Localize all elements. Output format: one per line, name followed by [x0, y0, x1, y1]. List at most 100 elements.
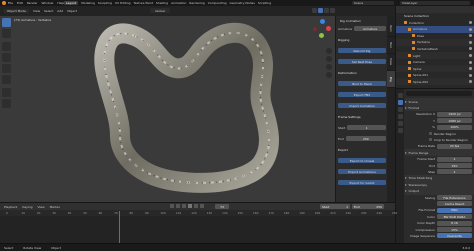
world-tab-icon[interactable]: [397, 121, 403, 126]
property-field[interactable]: 1920 px: [437, 111, 472, 117]
sidebar-tab-item[interactable]: Item: [387, 20, 395, 37]
sidebar-button[interactable]: Bind to Mesh: [338, 81, 386, 86]
property-field[interactable]: 8 16: [437, 220, 472, 226]
properties-panel-header[interactable]: Stereoscopy: [409, 183, 428, 187]
checkbox[interactable]: [429, 132, 432, 135]
sidebar-button[interactable]: Export for Godot: [338, 180, 386, 185]
panel-expand-icon[interactable]: ▾: [405, 189, 407, 193]
visibility-eye-icon[interactable]: [469, 27, 472, 31]
sidebar-button[interactable]: Export Animations: [338, 169, 386, 174]
sidebar-button[interactable]: Import Animation: [338, 103, 386, 108]
cursor-tool-icon[interactable]: [2, 29, 11, 38]
visibility-eye-icon[interactable]: [469, 47, 472, 51]
perspective-toggle-icon[interactable]: [326, 72, 332, 78]
zoom-icon[interactable]: [326, 48, 332, 54]
output-properties-tab-icon[interactable]: [397, 100, 403, 105]
workspace-tab-rendering[interactable]: Rendering: [189, 1, 204, 5]
sidebar-section-header[interactable]: Rigging: [338, 38, 349, 42]
next-keyframe-icon[interactable]: [194, 204, 198, 208]
property-field[interactable]: 1: [437, 169, 472, 175]
gizmo-z-axis-icon[interactable]: [320, 19, 325, 24]
vertebra-mesh-render[interactable]: [0, 16, 335, 202]
property-field[interactable]: 24 fps: [437, 143, 472, 149]
3d-viewport[interactable]: (73) Armature : Vertebra: [0, 16, 335, 202]
start-frame-field[interactable]: Start 1: [320, 204, 350, 209]
playhead[interactable]: [118, 211, 120, 244]
scale-tool-icon[interactable]: [2, 64, 11, 73]
property-field[interactable]: 1080 px: [437, 118, 472, 124]
pan-icon[interactable]: [326, 56, 332, 62]
scene-tab-icon[interactable]: [397, 114, 403, 119]
shading-buttons[interactable]: [312, 8, 336, 13]
workspace-tab-sculpting[interactable]: Sculpting: [98, 1, 112, 5]
jump-end-icon[interactable]: [200, 204, 204, 208]
navigation-gizmo[interactable]: [312, 18, 334, 42]
panel-expand-icon[interactable]: ▾: [405, 183, 407, 187]
render-properties-tab-icon[interactable]: [397, 93, 403, 98]
timeline-menu-keying[interactable]: Keying: [22, 205, 32, 209]
visibility-eye-icon[interactable]: [469, 34, 472, 38]
property-field[interactable]: 250: [437, 163, 472, 168]
timeline-menu-marker[interactable]: Marker: [50, 205, 60, 209]
sidebar-field-value[interactable]: 1: [347, 125, 386, 130]
sidebar-field-value[interactable]: 250: [345, 136, 386, 141]
play-reverse-icon[interactable]: [182, 204, 186, 208]
properties-panel-header[interactable]: Frame Range: [409, 151, 429, 155]
object-tab-icon[interactable]: [397, 128, 403, 133]
wireframe-shading-icon[interactable]: [312, 8, 317, 13]
gizmo-y-axis-icon[interactable]: [319, 33, 324, 38]
transform-orientation[interactable]: Global: [150, 8, 170, 13]
viewlayer-selector[interactable]: ViewLayer: [400, 1, 470, 5]
sidebar-button[interactable]: Export to Unreal: [338, 158, 386, 163]
sidebar-field-value[interactable]: Armature: [354, 26, 386, 31]
property-field[interactable]: 100%: [437, 124, 472, 130]
visibility-eye-icon[interactable]: [469, 21, 472, 24]
menu-window[interactable]: Window: [42, 1, 54, 5]
sidebar-tab-tool[interactable]: Tool: [387, 37, 395, 54]
visibility-eye-icon[interactable]: [469, 73, 472, 77]
end-frame-field[interactable]: End 250: [352, 204, 384, 209]
properties-panel-header[interactable]: Scene: [409, 100, 418, 104]
gizmo-neg-x-icon[interactable]: [313, 27, 317, 31]
sidebar-tab-view[interactable]: View: [387, 54, 395, 71]
sidebar-section-header[interactable]: Frame Settings: [338, 115, 361, 119]
sidebar-tab-rig[interactable]: Rig: [387, 71, 395, 88]
sidebar-button[interactable]: Rebuild Rig: [338, 48, 386, 53]
visibility-eye-icon[interactable]: [469, 80, 472, 84]
scene-selector[interactable]: Scene: [352, 1, 394, 5]
properties-search[interactable]: [406, 91, 472, 96]
property-field[interactable]: 1: [437, 156, 472, 162]
prev-keyframe-icon[interactable]: [176, 204, 180, 208]
viewport-menu-object[interactable]: Object: [67, 9, 77, 13]
panel-expand-icon[interactable]: ▾: [405, 176, 407, 180]
menu-edit[interactable]: Edit: [17, 1, 23, 5]
viewport-menu-object-mode[interactable]: Object Mode: [4, 9, 29, 13]
panel-expand-icon[interactable]: ▾: [405, 106, 407, 110]
timeline-menu-playback[interactable]: Playback: [4, 205, 17, 209]
workspace-tab-layout[interactable]: Layout: [64, 1, 79, 5]
workspace-tab-compositing[interactable]: Compositing: [208, 1, 227, 5]
workspace-tab-texture-paint[interactable]: Texture Paint: [134, 1, 153, 5]
sidebar-section-header[interactable]: Deformation: [338, 71, 357, 75]
property-field[interactable]: Overwrite: [437, 233, 472, 239]
visibility-eye-icon[interactable]: [469, 67, 472, 71]
workspace-tab-animation[interactable]: Animation: [171, 1, 186, 5]
view-layer-tab-icon[interactable]: [397, 107, 403, 112]
sidebar-button[interactable]: Export FBX: [338, 92, 386, 97]
property-field[interactable]: Cache Result: [437, 201, 472, 207]
timeline-track-area[interactable]: [0, 216, 395, 244]
property-field[interactable]: BW RGB RGBA: [437, 214, 472, 220]
property-field[interactable]: 15%: [437, 227, 472, 232]
properties-panel-header[interactable]: Output: [409, 189, 419, 193]
workspace-tab-uv-editing[interactable]: UV Editing: [115, 1, 131, 5]
visibility-eye-icon[interactable]: [469, 40, 472, 44]
material-shading-icon[interactable]: [324, 8, 329, 13]
sidebar-button[interactable]: Set Rest Pose: [338, 59, 386, 64]
checkbox[interactable]: [429, 138, 432, 142]
measure-tool-icon[interactable]: [2, 99, 11, 108]
solid-shading-icon[interactable]: [318, 8, 323, 13]
transform-tool-icon[interactable]: [2, 75, 11, 84]
properties-panel-header[interactable]: Time Stretching: [409, 176, 433, 180]
rotate-tool-icon[interactable]: [2, 53, 11, 62]
property-field[interactable]: PNG: [437, 207, 472, 213]
